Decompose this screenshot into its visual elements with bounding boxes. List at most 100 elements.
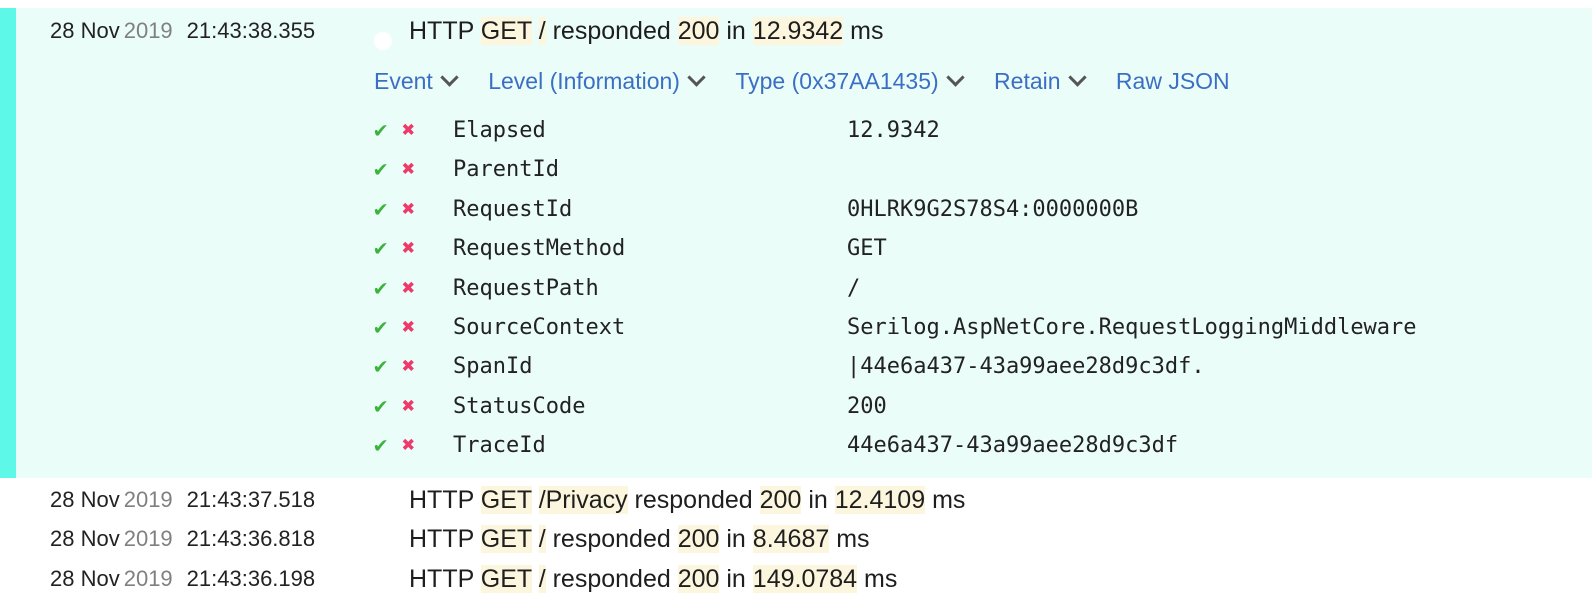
type-menu-label: Type (0x37AA1435) [735,68,939,94]
event-message[interactable]: HTTP GET / responded 200 in 12.9342 ms [409,17,883,46]
chevron-down-icon [945,68,965,87]
message-responded: responded [552,17,671,45]
event-menu-label: Event [374,68,433,94]
property-name: TraceId [453,433,546,459]
chevron-down-icon [440,68,459,87]
include-filter-check-icon[interactable]: ✔ [374,157,387,182]
chevron-down-icon [1067,68,1087,87]
event-date-year: 2019 [123,487,173,512]
message-method: GET [480,17,532,45]
include-filter-check-icon[interactable]: ✔ [374,394,387,419]
message-method: GET [480,525,532,553]
message-in: in [726,565,746,593]
event-time: 21:43:38.355 [186,18,316,43]
event-actions: Event Level (Information) Type (0x37AA14… [374,68,1256,95]
event-row[interactable]: 28 Nov 2019 21:43:36.818 HTTP GET / respon… [0,520,1592,560]
message-unit: ms [836,525,870,553]
exclude-filter-cross-icon[interactable]: ✖ [402,315,415,340]
property-value: 200 [847,393,887,419]
property-name: RequestMethod [453,236,626,262]
event-date-day: 28 Nov [50,526,120,551]
property-name: RequestId [453,196,573,222]
event-menu-button[interactable]: Event [374,68,459,95]
message-path: / [538,17,546,45]
message-status: 200 [677,525,720,553]
event-timestamp: 28 Nov 2019 21:43:36.818 [50,526,315,552]
message-unit: ms [932,486,966,514]
include-filter-check-icon[interactable]: ✔ [374,118,387,143]
event-timestamp: 28 Nov 2019 21:43:37.518 [50,487,315,513]
event-date-year: 2019 [123,526,173,551]
message-unit: ms [850,17,884,45]
raw-json-link[interactable]: Raw JSON [1116,68,1230,95]
message-prefix: HTTP [409,565,474,593]
property-value: / [847,275,861,301]
retain-menu-button[interactable]: Retain [994,68,1087,95]
property-name: SourceContext [453,314,626,340]
message-in: in [726,525,746,553]
message-prefix: HTTP [409,17,474,45]
message-method: GET [480,486,532,514]
level-menu-button[interactable]: Level (Information) [488,68,706,95]
exclude-filter-cross-icon[interactable]: ✖ [402,394,415,419]
property-name: StatusCode [453,393,586,419]
event-time: 21:43:36.198 [186,566,316,591]
exclude-filter-cross-icon[interactable]: ✖ [402,118,415,143]
include-filter-check-icon[interactable]: ✔ [374,354,387,379]
exclude-filter-cross-icon[interactable]: ✖ [402,276,415,301]
property-name: ParentId [453,157,559,183]
event-row[interactable]: 28 Nov 2019 21:43:37.518 HTTP GET /Privacy… [0,481,1592,521]
retain-menu-label: Retain [994,68,1061,94]
event-message[interactable]: HTTP GET / responded 200 in 8.4687 ms [409,525,870,554]
property-value: 44e6a437-43a99aee28d9c3df [847,433,1179,459]
level-indicator-icon [374,32,392,50]
message-responded: responded [552,565,671,593]
include-filter-check-icon[interactable]: ✔ [374,236,387,261]
include-filter-check-icon[interactable]: ✔ [374,315,387,340]
event-timestamp: 28 Nov 2019 21:43:36.198 [50,566,315,592]
message-in: in [808,486,828,514]
property-name: RequestPath [453,275,599,301]
message-elapsed: 12.9342 [752,17,844,45]
event-date-day: 28 Nov [50,566,120,591]
include-filter-check-icon[interactable]: ✔ [374,276,387,301]
message-path: / [538,525,546,553]
property-name: Elapsed [453,118,546,143]
event-message[interactable]: HTTP GET / responded 200 in 149.0784 ms [409,565,897,594]
exclude-filter-cross-icon[interactable]: ✖ [402,197,415,222]
property-value: |44e6a437-43a99aee28d9c3df. [847,354,1205,380]
message-elapsed: 12.4109 [834,486,926,514]
message-responded: responded [552,525,671,553]
selection-accent-bar [0,8,16,478]
message-method: GET [480,565,532,593]
event-time: 21:43:37.518 [186,487,316,512]
message-status: 200 [677,565,720,593]
exclude-filter-cross-icon[interactable]: ✖ [402,433,415,458]
message-in: in [726,17,746,45]
message-prefix: HTTP [409,486,474,514]
raw-json-label: Raw JSON [1115,68,1230,94]
message-prefix: HTTP [409,525,474,553]
event-row[interactable]: 28 Nov 2019 21:43:36.198 HTTP GET / respon… [0,560,1592,600]
exclude-filter-cross-icon[interactable]: ✖ [402,354,415,379]
message-unit: ms [864,565,898,593]
include-filter-check-icon[interactable]: ✔ [374,433,387,458]
message-elapsed: 8.4687 [752,525,830,553]
event-date-day: 28 Nov [50,487,120,512]
message-elapsed: 149.0784 [752,565,858,593]
event-date-year: 2019 [123,566,173,591]
event-time: 21:43:36.818 [186,526,316,551]
event-message[interactable]: HTTP GET /Privacy responded 200 in 12.41… [409,486,965,515]
exclude-filter-cross-icon[interactable]: ✖ [402,236,415,261]
exclude-filter-cross-icon[interactable]: ✖ [402,157,415,182]
property-value: 0HLRK9G2S78S4:0000000B [847,196,1139,222]
type-menu-button[interactable]: Type (0x37AA1435) [735,68,965,95]
property-value: GET [847,236,887,262]
property-value: 12.9342 [847,118,940,143]
expanded-event[interactable]: 28 Nov 2019 21:43:38.355 HTTP GET / respon… [0,8,1592,478]
message-responded: responded [634,486,753,514]
event-timestamp: 28 Nov 2019 21:43:38.355 [50,18,315,44]
event-date-year: 2019 [123,18,173,43]
event-date-day: 28 Nov [50,18,120,43]
include-filter-check-icon[interactable]: ✔ [374,197,387,222]
